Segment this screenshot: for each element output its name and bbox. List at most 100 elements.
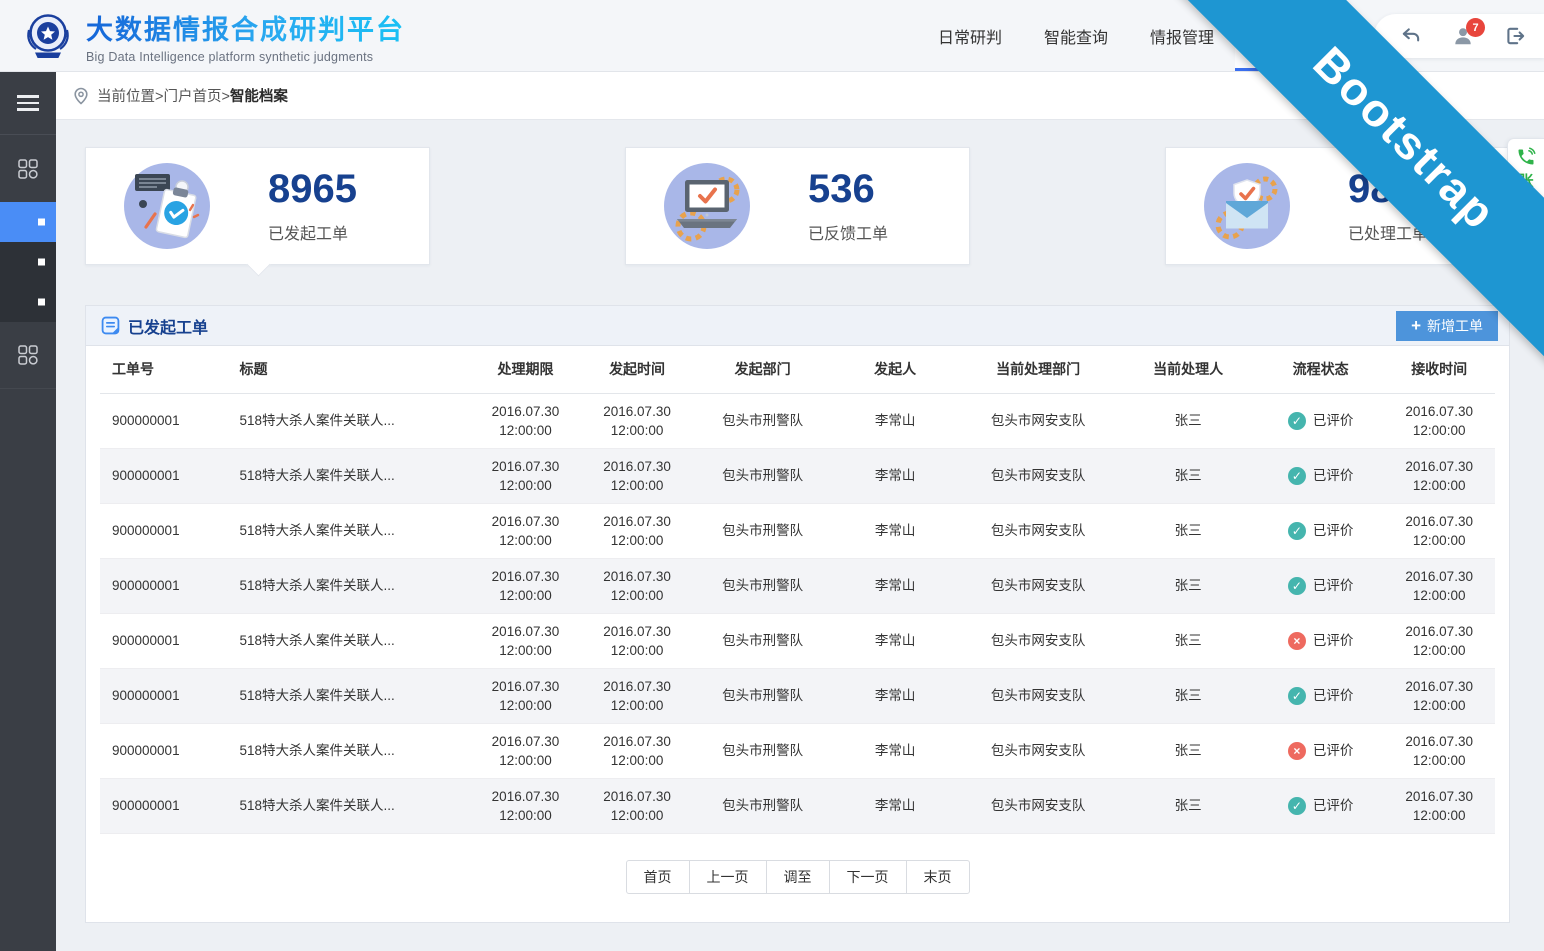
cell: 2016.07.30 12:00:00 <box>470 668 582 723</box>
cell: 李常山 <box>832 613 958 668</box>
stat-value-initiated: 8965 <box>268 169 357 209</box>
sidebar-subitem[interactable] <box>0 282 56 322</box>
stat-label-initiated: 已发起工单 <box>268 220 357 244</box>
cell: 包头市刑警队 <box>693 723 833 778</box>
page-button[interactable]: 调至 <box>766 860 830 894</box>
cell: 包头市网安支队 <box>958 503 1118 558</box>
status-badge: ×已评价 <box>1288 741 1354 760</box>
add-work-order-button[interactable]: + 新增工单 <box>1396 311 1498 341</box>
cell: 包头市刑警队 <box>693 448 833 503</box>
cell: 李常山 <box>832 393 958 448</box>
cell-order-id: 900000001 <box>100 723 240 778</box>
bullet-icon <box>38 219 45 226</box>
cell: 张三 <box>1118 778 1258 833</box>
check-circle-icon: ✓ <box>1288 687 1306 705</box>
cell: 包头市刑警队 <box>693 668 833 723</box>
nav-item[interactable]: 智能查询 <box>1023 0 1129 71</box>
status-label: 已评价 <box>1313 686 1354 705</box>
cell: 包头市网安支队 <box>958 778 1118 833</box>
cell-title: 518特大杀人案件关联人... <box>240 558 470 613</box>
cell-order-id: 900000001 <box>100 668 240 723</box>
table-body: 900000001518特大杀人案件关联人...2016.07.30 12:00… <box>100 393 1495 833</box>
x-circle-icon: × <box>1288 632 1306 650</box>
column-header: 标题 <box>240 346 470 393</box>
logout-icon[interactable] <box>1504 25 1526 47</box>
cell: 2016.07.30 12:00:00 <box>1383 723 1495 778</box>
check-circle-icon: ✓ <box>1288 577 1306 595</box>
status-label: 已评价 <box>1313 631 1354 650</box>
cell: 2016.07.30 12:00:00 <box>470 723 582 778</box>
sidebar-group-1-grid-icon[interactable] <box>0 135 56 202</box>
stat-card-initiated[interactable]: 8965 已发起工单 <box>85 147 430 265</box>
undo-icon[interactable] <box>1400 25 1422 47</box>
table-row[interactable]: 900000001518特大杀人案件关联人...2016.07.30 12:00… <box>100 393 1495 448</box>
stat-card-feedback[interactable]: 536 已反馈工单 <box>625 147 970 265</box>
breadcrumb-prefix[interactable]: 当前位置>门户首页> <box>97 89 230 105</box>
cell: 包头市网安支队 <box>958 613 1118 668</box>
cell: 张三 <box>1118 393 1258 448</box>
page-button[interactable]: 上一页 <box>689 860 767 894</box>
table-row[interactable]: 900000001518特大杀人案件关联人...2016.07.30 12:00… <box>100 778 1495 833</box>
main-content: 8965 已发起工单 536 已反馈工单 <box>56 120 1544 951</box>
cell: 2016.07.30 12:00:00 <box>1383 668 1495 723</box>
cell-status: ✓已评价 <box>1258 503 1384 558</box>
phone-icon <box>1516 147 1536 167</box>
column-header: 接收时间 <box>1383 346 1495 393</box>
status-badge: ✓已评价 <box>1288 411 1354 430</box>
location-pin-icon <box>72 87 90 105</box>
sidebar-toggle-hamburger-icon[interactable] <box>0 72 56 135</box>
check-circle-icon: ✓ <box>1288 467 1306 485</box>
page-button[interactable]: 末页 <box>906 860 970 894</box>
cell: 包头市刑警队 <box>693 613 833 668</box>
table-row[interactable]: 900000001518特大杀人案件关联人...2016.07.30 12:00… <box>100 503 1495 558</box>
table-row[interactable]: 900000001518特大杀人案件关联人...2016.07.30 12:00… <box>100 668 1495 723</box>
cell: 2016.07.30 12:00:00 <box>581 778 693 833</box>
cell: 2016.07.30 12:00:00 <box>581 668 693 723</box>
cell: 张三 <box>1118 558 1258 613</box>
cell: 2016.07.30 12:00:00 <box>581 723 693 778</box>
table-row[interactable]: 900000001518特大杀人案件关联人...2016.07.30 12:00… <box>100 558 1495 613</box>
column-header: 当前处理部门 <box>958 346 1118 393</box>
nav-item[interactable]: 日常研判 <box>917 0 1023 71</box>
user-icon[interactable]: 7 <box>1452 25 1474 47</box>
page-button[interactable]: 下一页 <box>829 860 907 894</box>
cell-status: × 已评价 <box>1258 613 1384 668</box>
status-label: 已评价 <box>1313 796 1354 815</box>
status-badge: ✓ 已评价 <box>1288 576 1354 595</box>
status-label: 已评价 <box>1313 741 1354 760</box>
page-button[interactable]: 首页 <box>626 860 690 894</box>
column-header: 发起时间 <box>581 346 693 393</box>
cell: 李常山 <box>832 778 958 833</box>
cell-title: 518特大杀人案件关联人... <box>240 393 470 448</box>
panel-header: 已发起工单 + 新增工单 <box>86 306 1509 346</box>
user-toolbar: 7 <box>1374 14 1544 58</box>
column-header: 发起部门 <box>693 346 833 393</box>
status-label: 已评价 <box>1313 576 1354 595</box>
cell: 2016.07.30 12:00:00 <box>470 558 582 613</box>
cell: 张三 <box>1118 448 1258 503</box>
cell: 2016.07.30 12:00:00 <box>470 778 582 833</box>
sidebar-group-2-grid-icon[interactable] <box>0 322 56 389</box>
status-badge: ✓已评价 <box>1288 466 1354 485</box>
table-row[interactable]: 900000001518特大杀人案件关联人...2016.07.30 12:00… <box>100 448 1495 503</box>
cell-status: ✓已评价 <box>1258 778 1384 833</box>
cell: 李常山 <box>832 558 958 613</box>
bullet-icon <box>38 299 45 306</box>
table-row[interactable]: 900000001518特大杀人案件关联人...2016.07.30 12:00… <box>100 613 1495 668</box>
cell-order-id: 900000001 <box>100 393 240 448</box>
breadcrumb: 当前位置>门户首页>智能档案 <box>97 85 288 106</box>
table-row[interactable]: 900000001518特大杀人案件关联人...2016.07.30 12:00… <box>100 723 1495 778</box>
cell: 包头市网安支队 <box>958 558 1118 613</box>
work-order-table-wrap: 工单号标题处理期限发起时间发起部门发起人当前处理部门当前处理人流程状态接收时间 … <box>86 346 1509 834</box>
sidebar-subitem-active[interactable] <box>0 202 56 242</box>
cell-status: ✓已评价 <box>1258 448 1384 503</box>
stat-value-feedback: 536 <box>808 169 888 209</box>
cell: 2016.07.30 12:00:00 <box>470 448 582 503</box>
status-badge: ✓已评价 <box>1288 796 1354 815</box>
laptop-check-illustration <box>664 163 750 249</box>
document-icon <box>101 316 120 335</box>
sidebar-subitem[interactable] <box>0 242 56 282</box>
cell-order-id: 900000001 <box>100 448 240 503</box>
cell-title: 518特大杀人案件关联人... <box>240 448 470 503</box>
cell: 李常山 <box>832 448 958 503</box>
